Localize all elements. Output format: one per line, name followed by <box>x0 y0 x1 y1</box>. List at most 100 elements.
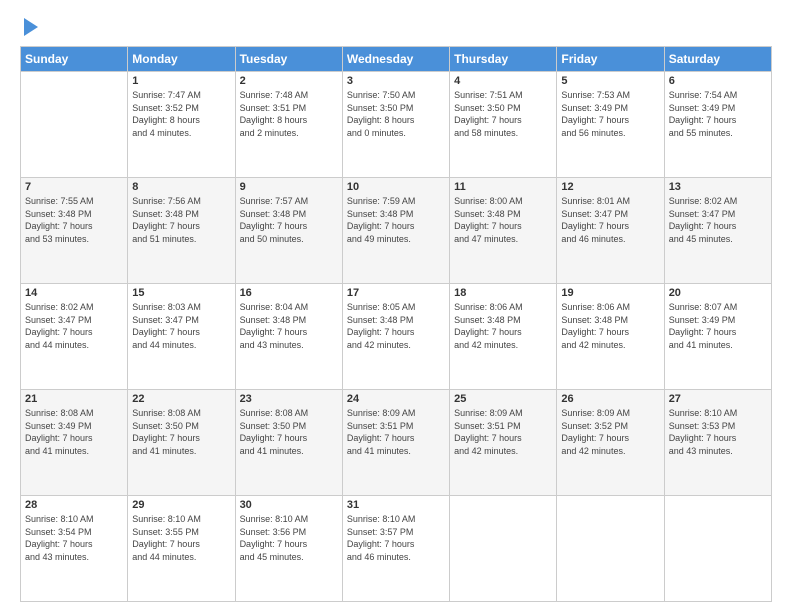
day-cell <box>450 496 557 602</box>
day-cell: 22 Sunrise: 8:08 AM Sunset: 3:50 PM Dayli… <box>128 390 235 496</box>
day-cell: 21 Sunrise: 8:08 AM Sunset: 3:49 PM Dayli… <box>21 390 128 496</box>
weekday-header-tuesday: Tuesday <box>235 47 342 72</box>
day-info: Sunrise: 8:10 AM Sunset: 3:56 PM Dayligh… <box>240 513 338 563</box>
day-number: 18 <box>454 287 552 299</box>
day-cell: 6 Sunrise: 7:54 AM Sunset: 3:49 PM Daylig… <box>664 72 771 178</box>
logo-arrow-icon <box>24 18 38 36</box>
day-cell: 28Sunrise: 8:10 AM Sunset: 3:54 PM Dayli… <box>21 496 128 602</box>
day-number: 21 <box>25 393 123 405</box>
weekday-header-saturday: Saturday <box>664 47 771 72</box>
weekday-header-monday: Monday <box>128 47 235 72</box>
calendar-table: SundayMondayTuesdayWednesdayThursdayFrid… <box>20 46 772 602</box>
day-cell: 16 Sunrise: 8:04 AM Sunset: 3:48 PM Dayli… <box>235 284 342 390</box>
day-info: Sunrise: 8:02 AM Sunset: 3:47 PM Dayligh… <box>669 195 767 245</box>
day-number: 10 <box>347 181 445 193</box>
day-number: 20 <box>669 287 767 299</box>
page: SundayMondayTuesdayWednesdayThursdayFrid… <box>0 0 792 612</box>
day-cell <box>557 496 664 602</box>
day-cell: 9 Sunrise: 7:57 AM Sunset: 3:48 PM Daylig… <box>235 178 342 284</box>
day-info: Sunrise: 8:05 AM Sunset: 3:48 PM Dayligh… <box>347 301 445 351</box>
day-info: Sunrise: 8:10 AM Sunset: 3:57 PM Dayligh… <box>347 513 445 563</box>
day-number: 9 <box>240 181 338 193</box>
day-cell <box>21 72 128 178</box>
day-info: Sunrise: 7:53 AM Sunset: 3:49 PM Dayligh… <box>561 89 659 139</box>
day-cell: 29 Sunrise: 8:10 AM Sunset: 3:55 PM Dayli… <box>128 496 235 602</box>
day-number: 14 <box>25 287 123 299</box>
day-cell: 27 Sunrise: 8:10 AM Sunset: 3:53 PM Dayli… <box>664 390 771 496</box>
day-cell: 26 Sunrise: 8:09 AM Sunset: 3:52 PM Dayli… <box>557 390 664 496</box>
day-cell: 19Sunrise: 8:06 AM Sunset: 3:48 PM Dayli… <box>557 284 664 390</box>
day-cell: 11Sunrise: 8:00 AM Sunset: 3:48 PM Dayli… <box>450 178 557 284</box>
day-cell: 17Sunrise: 8:05 AM Sunset: 3:48 PM Dayli… <box>342 284 449 390</box>
day-number: 4 <box>454 75 552 87</box>
day-cell: 4 Sunrise: 7:51 AM Sunset: 3:50 PM Daylig… <box>450 72 557 178</box>
day-info: Sunrise: 8:09 AM Sunset: 3:51 PM Dayligh… <box>454 407 552 457</box>
day-info: Sunrise: 8:09 AM Sunset: 3:52 PM Dayligh… <box>561 407 659 457</box>
day-info: Sunrise: 7:55 AM Sunset: 3:48 PM Dayligh… <box>25 195 123 245</box>
day-info: Sunrise: 8:04 AM Sunset: 3:48 PM Dayligh… <box>240 301 338 351</box>
day-number: 25 <box>454 393 552 405</box>
day-cell: 12 Sunrise: 8:01 AM Sunset: 3:47 PM Dayli… <box>557 178 664 284</box>
day-info: Sunrise: 8:02 AM Sunset: 3:47 PM Dayligh… <box>25 301 123 351</box>
day-cell <box>664 496 771 602</box>
day-info: Sunrise: 7:56 AM Sunset: 3:48 PM Dayligh… <box>132 195 230 245</box>
day-cell: 14 Sunrise: 8:02 AM Sunset: 3:47 PM Dayli… <box>21 284 128 390</box>
day-info: Sunrise: 7:57 AM Sunset: 3:48 PM Dayligh… <box>240 195 338 245</box>
day-info: Sunrise: 8:08 AM Sunset: 3:50 PM Dayligh… <box>132 407 230 457</box>
day-cell: 1 Sunrise: 7:47 AM Sunset: 3:52 PM Daylig… <box>128 72 235 178</box>
weekday-header-row: SundayMondayTuesdayWednesdayThursdayFrid… <box>21 47 772 72</box>
day-info: Sunrise: 7:50 AM Sunset: 3:50 PM Dayligh… <box>347 89 445 139</box>
day-info: Sunrise: 8:03 AM Sunset: 3:47 PM Dayligh… <box>132 301 230 351</box>
day-cell: 18 Sunrise: 8:06 AM Sunset: 3:48 PM Dayli… <box>450 284 557 390</box>
day-cell: 23Sunrise: 8:08 AM Sunset: 3:50 PM Dayli… <box>235 390 342 496</box>
week-row-2: 7 Sunrise: 7:55 AM Sunset: 3:48 PM Daylig… <box>21 178 772 284</box>
day-cell: 20Sunrise: 8:07 AM Sunset: 3:49 PM Dayli… <box>664 284 771 390</box>
day-info: Sunrise: 8:10 AM Sunset: 3:55 PM Dayligh… <box>132 513 230 563</box>
day-number: 2 <box>240 75 338 87</box>
day-number: 31 <box>347 499 445 511</box>
day-number: 13 <box>669 181 767 193</box>
day-info: Sunrise: 8:10 AM Sunset: 3:54 PM Dayligh… <box>25 513 123 563</box>
day-cell: 8 Sunrise: 7:56 AM Sunset: 3:48 PM Daylig… <box>128 178 235 284</box>
logo <box>20 18 38 36</box>
week-row-1: 1 Sunrise: 7:47 AM Sunset: 3:52 PM Daylig… <box>21 72 772 178</box>
day-number: 3 <box>347 75 445 87</box>
day-cell: 31 Sunrise: 8:10 AM Sunset: 3:57 PM Dayli… <box>342 496 449 602</box>
day-number: 19 <box>561 287 659 299</box>
day-number: 27 <box>669 393 767 405</box>
day-number: 30 <box>240 499 338 511</box>
day-number: 6 <box>669 75 767 87</box>
day-number: 23 <box>240 393 338 405</box>
day-info: Sunrise: 8:00 AM Sunset: 3:48 PM Dayligh… <box>454 195 552 245</box>
day-number: 22 <box>132 393 230 405</box>
day-number: 12 <box>561 181 659 193</box>
day-number: 29 <box>132 499 230 511</box>
day-info: Sunrise: 8:10 AM Sunset: 3:53 PM Dayligh… <box>669 407 767 457</box>
day-info: Sunrise: 7:54 AM Sunset: 3:49 PM Dayligh… <box>669 89 767 139</box>
day-cell: 2Sunrise: 7:48 AM Sunset: 3:51 PM Daylig… <box>235 72 342 178</box>
day-cell: 24Sunrise: 8:09 AM Sunset: 3:51 PM Dayli… <box>342 390 449 496</box>
day-cell: 3 Sunrise: 7:50 AM Sunset: 3:50 PM Daylig… <box>342 72 449 178</box>
weekday-header-thursday: Thursday <box>450 47 557 72</box>
day-number: 16 <box>240 287 338 299</box>
day-info: Sunrise: 7:59 AM Sunset: 3:48 PM Dayligh… <box>347 195 445 245</box>
day-number: 26 <box>561 393 659 405</box>
day-info: Sunrise: 8:06 AM Sunset: 3:48 PM Dayligh… <box>454 301 552 351</box>
day-cell: 5 Sunrise: 7:53 AM Sunset: 3:49 PM Daylig… <box>557 72 664 178</box>
day-number: 1 <box>132 75 230 87</box>
day-number: 15 <box>132 287 230 299</box>
day-number: 5 <box>561 75 659 87</box>
week-row-5: 28Sunrise: 8:10 AM Sunset: 3:54 PM Dayli… <box>21 496 772 602</box>
day-cell: 10 Sunrise: 7:59 AM Sunset: 3:48 PM Dayli… <box>342 178 449 284</box>
weekday-header-sunday: Sunday <box>21 47 128 72</box>
day-cell: 15 Sunrise: 8:03 AM Sunset: 3:47 PM Dayli… <box>128 284 235 390</box>
day-number: 7 <box>25 181 123 193</box>
day-number: 8 <box>132 181 230 193</box>
day-info: Sunrise: 8:08 AM Sunset: 3:49 PM Dayligh… <box>25 407 123 457</box>
day-cell: 30 Sunrise: 8:10 AM Sunset: 3:56 PM Dayli… <box>235 496 342 602</box>
day-info: Sunrise: 7:51 AM Sunset: 3:50 PM Dayligh… <box>454 89 552 139</box>
week-row-3: 14 Sunrise: 8:02 AM Sunset: 3:47 PM Dayli… <box>21 284 772 390</box>
day-cell: 13 Sunrise: 8:02 AM Sunset: 3:47 PM Dayli… <box>664 178 771 284</box>
day-info: Sunrise: 7:47 AM Sunset: 3:52 PM Dayligh… <box>132 89 230 139</box>
day-info: Sunrise: 8:01 AM Sunset: 3:47 PM Dayligh… <box>561 195 659 245</box>
